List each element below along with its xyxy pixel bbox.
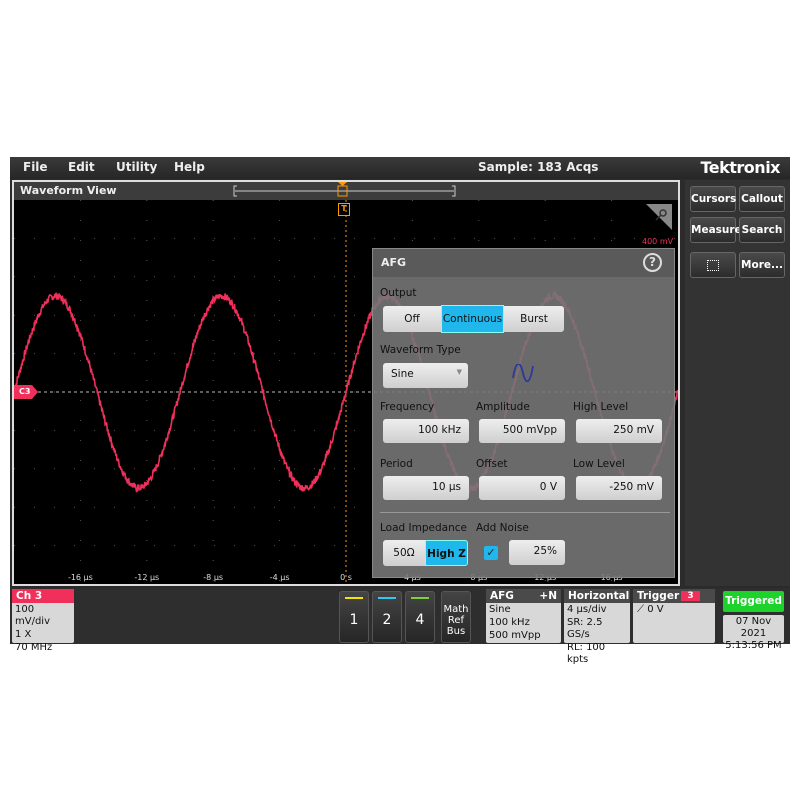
date: 07 Nov 2021 [735,616,772,639]
noise-field[interactable]: 25% [509,540,565,565]
afg-config-panel: AFG? Output Off Continuous Burst Wavefor… [372,248,675,578]
record-overview-bar[interactable] [232,182,458,200]
waveform-type-dropdown[interactable]: Sine ▼ [383,363,468,388]
trigger-badge[interactable]: Trigger 3 ⟋ 0 V [633,589,715,643]
afg-badge-waveform: Sine [489,604,511,615]
waveform-view-title-text: Waveform View [20,184,117,197]
amplitude-field[interactable]: 500 mVpp [479,419,565,443]
offset-label: Offset [476,458,508,470]
zoom-select-button[interactable] [690,252,736,278]
math-label: Math [443,604,469,615]
time: 5:13:56 PM [725,640,782,651]
sine-wave-icon [512,364,534,382]
menu-bar: File Edit Utility Help Sample: 183 Acqs … [10,157,790,179]
acquisition-status: Sample: 183 Acqs [478,160,599,174]
x-tick-label: -8 µs [203,573,223,582]
channel-2-button[interactable]: 2 [372,591,402,643]
menu-help[interactable]: Help [174,160,205,174]
sample-rate: SR: 2.5 GS/s [567,617,603,640]
trigger-position-marker[interactable]: T [338,203,350,216]
help-icon[interactable]: ? [643,253,662,272]
afg-badge-title: AFG [490,590,514,602]
cursors-button[interactable]: Cursors [690,186,736,212]
measure-button[interactable]: Measure [690,217,742,243]
output-off-button[interactable]: Off [383,306,441,332]
tektronix-logo: Tektronix [700,158,780,177]
output-burst-button[interactable]: Burst [504,306,564,332]
ch3-title: Ch 3 [12,589,74,603]
channel-4-button[interactable]: 4 [405,591,435,643]
settings-bar: Ch 3 100 mV/div 1 X 70 MHz 1 2 4 Math Ref… [10,588,790,665]
waveform-view-title: Waveform View [14,182,678,200]
vertical-scale-label: 400 mV [642,237,674,246]
offset-field[interactable]: 0 V [479,476,565,500]
frequency-label: Frequency [380,401,435,413]
record-length: RL: 100 kpts [567,642,606,665]
search-button[interactable]: Search [739,217,785,243]
high-level-field[interactable]: 250 mV [576,419,662,443]
horizontal-scale: 4 µs/div [567,604,607,615]
x-tick-label: -4 µs [270,573,290,582]
date-time[interactable]: 07 Nov 2021 5:13:56 PM [723,615,784,651]
math-ref-bus-button[interactable]: Math Ref Bus [441,591,471,643]
afg-panel-header: AFG? [373,249,674,277]
channel-2-label: 2 [382,612,392,628]
menu-edit[interactable]: Edit [68,160,95,174]
add-noise-checkbox[interactable]: ✓ [484,546,498,560]
afg-noise-indicator: +N [539,590,557,602]
zoom-handle-icon[interactable] [646,204,672,230]
ch3-probe: 1 X [15,629,32,640]
x-tick-label: 0 s [340,573,352,582]
afg-panel-title: AFG [381,256,407,269]
side-button-panel: Cursors Callout Measure Search More... [685,180,790,586]
waveform-type-value: Sine [391,368,414,380]
period-label: Period [380,458,413,470]
load-impedance-label: Load Impedance [380,522,467,534]
channel-1-label: 1 [349,612,359,628]
oscilloscope-app: File Edit Utility Help Sample: 183 Acqs … [10,157,790,665]
x-tick-label: -16 µs [68,573,93,582]
trigger-source-badge: 3 [681,591,700,601]
high-level-label: High Level [573,401,629,413]
horizontal-title: Horizontal [564,589,630,603]
waveform-type-label: Waveform Type [380,344,461,356]
period-field[interactable]: 10 µs [383,476,469,500]
channel-3-badge[interactable]: Ch 3 100 mV/div 1 X 70 MHz [12,589,74,653]
add-noise-label: Add Noise [476,522,529,534]
callout-button[interactable]: Callout [739,186,785,212]
x-tick-label: -12 µs [134,573,159,582]
low-level-field[interactable]: -250 mV [576,476,662,500]
more-button[interactable]: More... [739,252,785,278]
output-continuous-button[interactable]: Continuous [441,305,504,333]
low-level-label: Low Level [573,458,625,470]
output-label: Output [380,287,417,299]
horizontal-badge[interactable]: Horizontal 4 µs/div SR: 2.5 GS/s RL: 100… [564,589,630,665]
afg-badge-amplitude: 500 mVpp [489,630,541,641]
bus-label: Bus [446,626,466,637]
ch3-scale: 100 mV/div [15,604,50,627]
menu-file[interactable]: File [23,160,48,174]
divider [380,512,670,513]
frequency-field[interactable]: 100 kHz [383,419,469,443]
rising-edge-icon: ⟋ [637,604,644,615]
triggered-status[interactable]: Triggered [723,591,784,612]
afg-badge-frequency: 100 kHz [489,617,530,628]
amplitude-label: Amplitude [476,401,530,413]
ch3-bandwidth: 70 MHz [15,642,53,653]
load-highz-button[interactable]: High Z [425,540,468,566]
channel-1-button[interactable]: 1 [339,591,369,643]
trigger-title: Trigger [637,590,680,602]
ref-label: Ref [447,615,465,626]
trigger-level: 0 V [647,604,664,615]
chevron-down-icon: ▼ [456,368,462,376]
zoom-select-icon [707,260,719,271]
load-50ohm-button[interactable]: 50Ω [383,540,425,566]
afg-badge[interactable]: AFG +N Sine 100 kHz 500 mVpp [486,589,561,643]
channel-4-label: 4 [415,612,425,628]
menu-utility[interactable]: Utility [116,160,157,174]
